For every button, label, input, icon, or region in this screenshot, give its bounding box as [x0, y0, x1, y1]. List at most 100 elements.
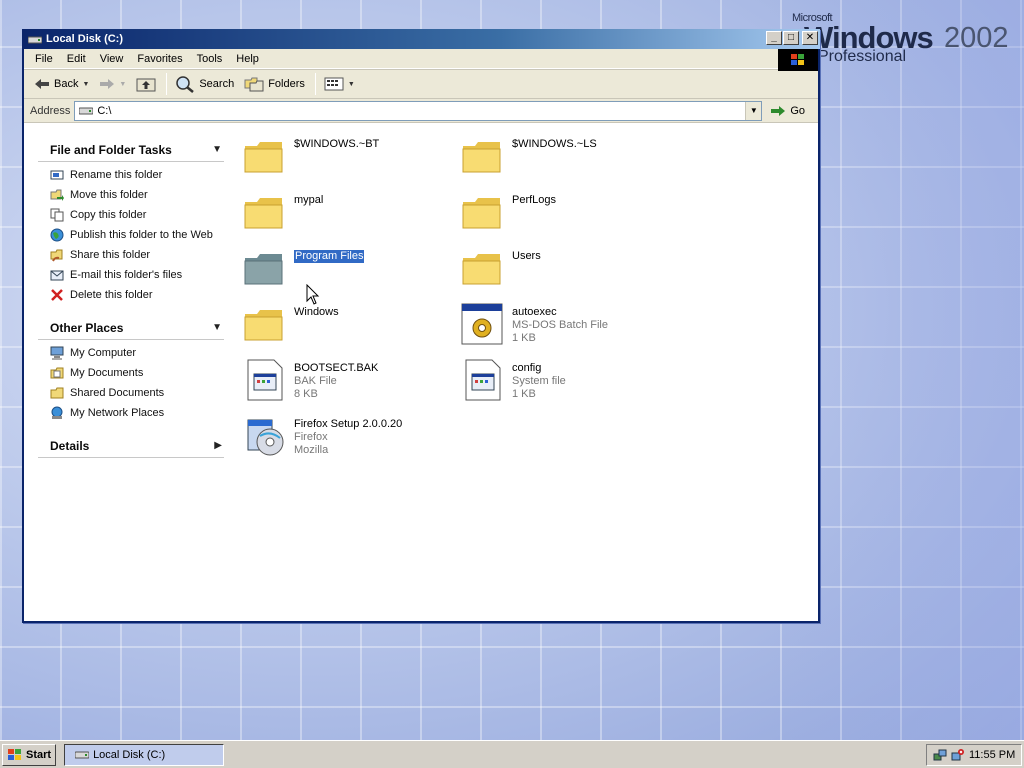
go-label: Go: [790, 104, 806, 117]
details-panel: Details ▶: [38, 436, 224, 458]
place-my-network-places[interactable]: My Network Places: [50, 406, 224, 420]
content-area: File and Folder Tasks ▼ Rename this fold…: [24, 126, 818, 621]
folder-icon: [50, 387, 64, 399]
maximize-button[interactable]: □: [783, 31, 799, 45]
drive-icon: [75, 751, 90, 759]
windows-flag-icon: [8, 748, 21, 760]
mouse-cursor-icon: [306, 284, 320, 305]
folder-icon: [462, 254, 501, 285]
views-icon: [324, 77, 344, 91]
start-label: Start: [26, 748, 52, 761]
file-item[interactable]: mypal: [242, 190, 452, 240]
task-label: Share this folder: [70, 249, 151, 261]
file-type: System file: [512, 375, 566, 387]
place-shared-documents[interactable]: Shared Documents: [50, 386, 224, 400]
minimize-button[interactable]: _: [766, 31, 782, 45]
collapse-icon[interactable]: ▼: [212, 144, 222, 155]
menu-favorites[interactable]: Favorites: [130, 50, 189, 68]
brand-edition: Professional: [818, 48, 907, 65]
expand-icon[interactable]: ▶: [214, 440, 222, 451]
share-icon: [50, 249, 63, 262]
toolbar-separator: [166, 73, 168, 95]
title-bar[interactable]: Local Disk (C:) _ □ ✕: [22, 29, 820, 49]
task-label: Rename this folder: [70, 169, 163, 181]
folders-button[interactable]: Folders: [240, 74, 309, 94]
file-icon: [465, 359, 501, 401]
file-name: Program Files: [292, 249, 366, 264]
task-move-folder[interactable]: Move this folder: [50, 188, 224, 202]
file-size: Mozilla: [294, 444, 329, 456]
menu-view[interactable]: View: [93, 50, 131, 68]
views-dropdown-icon[interactable]: ▼: [348, 81, 355, 88]
file-item[interactable]: PerfLogs: [460, 190, 670, 240]
forward-button[interactable]: ▼: [95, 75, 130, 93]
task-share-folder[interactable]: Share this folder: [50, 248, 224, 262]
folder-icon: [244, 310, 283, 341]
panel-title: Other Places: [50, 320, 124, 335]
forward-dropdown-icon[interactable]: ▼: [119, 81, 126, 88]
task-label: E-mail this folder's files: [70, 269, 183, 281]
address-label: Address: [30, 104, 71, 117]
task-delete-folder[interactable]: Delete this folder: [50, 288, 224, 302]
panel-header[interactable]: Details ▶: [38, 436, 224, 458]
place-my-computer[interactable]: My Computer: [50, 346, 224, 360]
search-icon: [176, 76, 195, 93]
back-dropdown-icon[interactable]: ▼: [82, 81, 89, 88]
batch-file-icon: [461, 303, 503, 345]
file-item[interactable]: BOOTSECT.BAK BAK File 8 KB: [242, 358, 452, 408]
address-input[interactable]: C:\ ▼: [74, 100, 763, 121]
menu-file[interactable]: File: [28, 50, 60, 68]
search-button[interactable]: Search: [171, 73, 238, 95]
menu-help[interactable]: Help: [229, 50, 266, 68]
clock: 11:55 PM: [969, 749, 1016, 761]
place-my-documents[interactable]: My Documents: [50, 366, 224, 380]
file-name: mypal: [294, 194, 324, 206]
file-name: Windows: [294, 306, 339, 318]
place-label: My Computer: [70, 347, 137, 359]
task-copy-folder[interactable]: Copy this folder: [50, 208, 224, 222]
file-item[interactable]: config System file 1 KB: [460, 358, 670, 408]
globe-icon: [50, 228, 64, 242]
system-tray: 11:55 PM: [926, 744, 1022, 766]
menu-tools[interactable]: Tools: [190, 50, 230, 68]
address-dropdown-icon[interactable]: ▼: [745, 101, 762, 120]
toolbar: Back ▼ ▼ Search Folders ▼: [24, 69, 818, 99]
go-arrow-icon: [771, 105, 786, 116]
taskbar-window-button[interactable]: Local Disk (C:): [64, 743, 225, 766]
task-pane: File and Folder Tasks ▼ Rename this fold…: [38, 140, 224, 474]
forward-arrow-icon: [100, 79, 115, 89]
menu-edit[interactable]: Edit: [60, 50, 93, 68]
move-icon: [50, 189, 64, 201]
file-type: Firefox: [294, 431, 328, 443]
panel-header[interactable]: Other Places ▼: [38, 318, 224, 340]
other-places-panel: Other Places ▼ My Computer My Documents …: [38, 318, 224, 420]
file-folder-tasks-panel: File and Folder Tasks ▼ Rename this fold…: [38, 140, 224, 302]
delete-icon: [51, 289, 63, 301]
back-button[interactable]: Back ▼: [30, 75, 93, 93]
explorer-window[interactable]: Local Disk (C:) _ □ ✕ File Edit View Fav…: [22, 29, 820, 623]
go-button[interactable]: Go: [770, 104, 805, 118]
close-button[interactable]: ✕: [802, 31, 818, 45]
documents-icon: [50, 367, 64, 379]
file-item[interactable]: $WINDOWS.~BT: [242, 134, 452, 184]
file-item[interactable]: $WINDOWS.~LS: [460, 134, 670, 184]
network-status-icon[interactable]: [933, 748, 947, 762]
toolbar-separator: [314, 73, 316, 95]
panel-header[interactable]: File and Folder Tasks ▼: [38, 140, 224, 162]
taskbar: Start Local Disk (C:) 11:55 PM: [0, 740, 1024, 768]
file-item[interactable]: Users: [460, 246, 670, 296]
task-email-files[interactable]: E-mail this folder's files: [50, 268, 224, 282]
file-item[interactable]: Windows: [242, 302, 452, 352]
file-size: 1 KB: [512, 388, 536, 400]
up-folder-button[interactable]: [132, 74, 160, 94]
task-rename-folder[interactable]: Rename this folder: [50, 168, 224, 182]
views-button[interactable]: ▼: [320, 74, 359, 94]
collapse-icon[interactable]: ▼: [212, 322, 222, 333]
network-alert-icon[interactable]: [951, 748, 965, 762]
file-item[interactable]: Firefox Setup 2.0.0.20 Firefox Mozilla: [242, 414, 452, 464]
task-label: Move this folder: [70, 189, 148, 201]
file-item[interactable]: autoexec MS-DOS Batch File 1 KB: [460, 302, 670, 352]
start-button[interactable]: Start: [2, 743, 57, 766]
file-item-selected[interactable]: Program Files: [242, 246, 452, 296]
task-publish-folder[interactable]: Publish this folder to the Web: [50, 228, 224, 242]
